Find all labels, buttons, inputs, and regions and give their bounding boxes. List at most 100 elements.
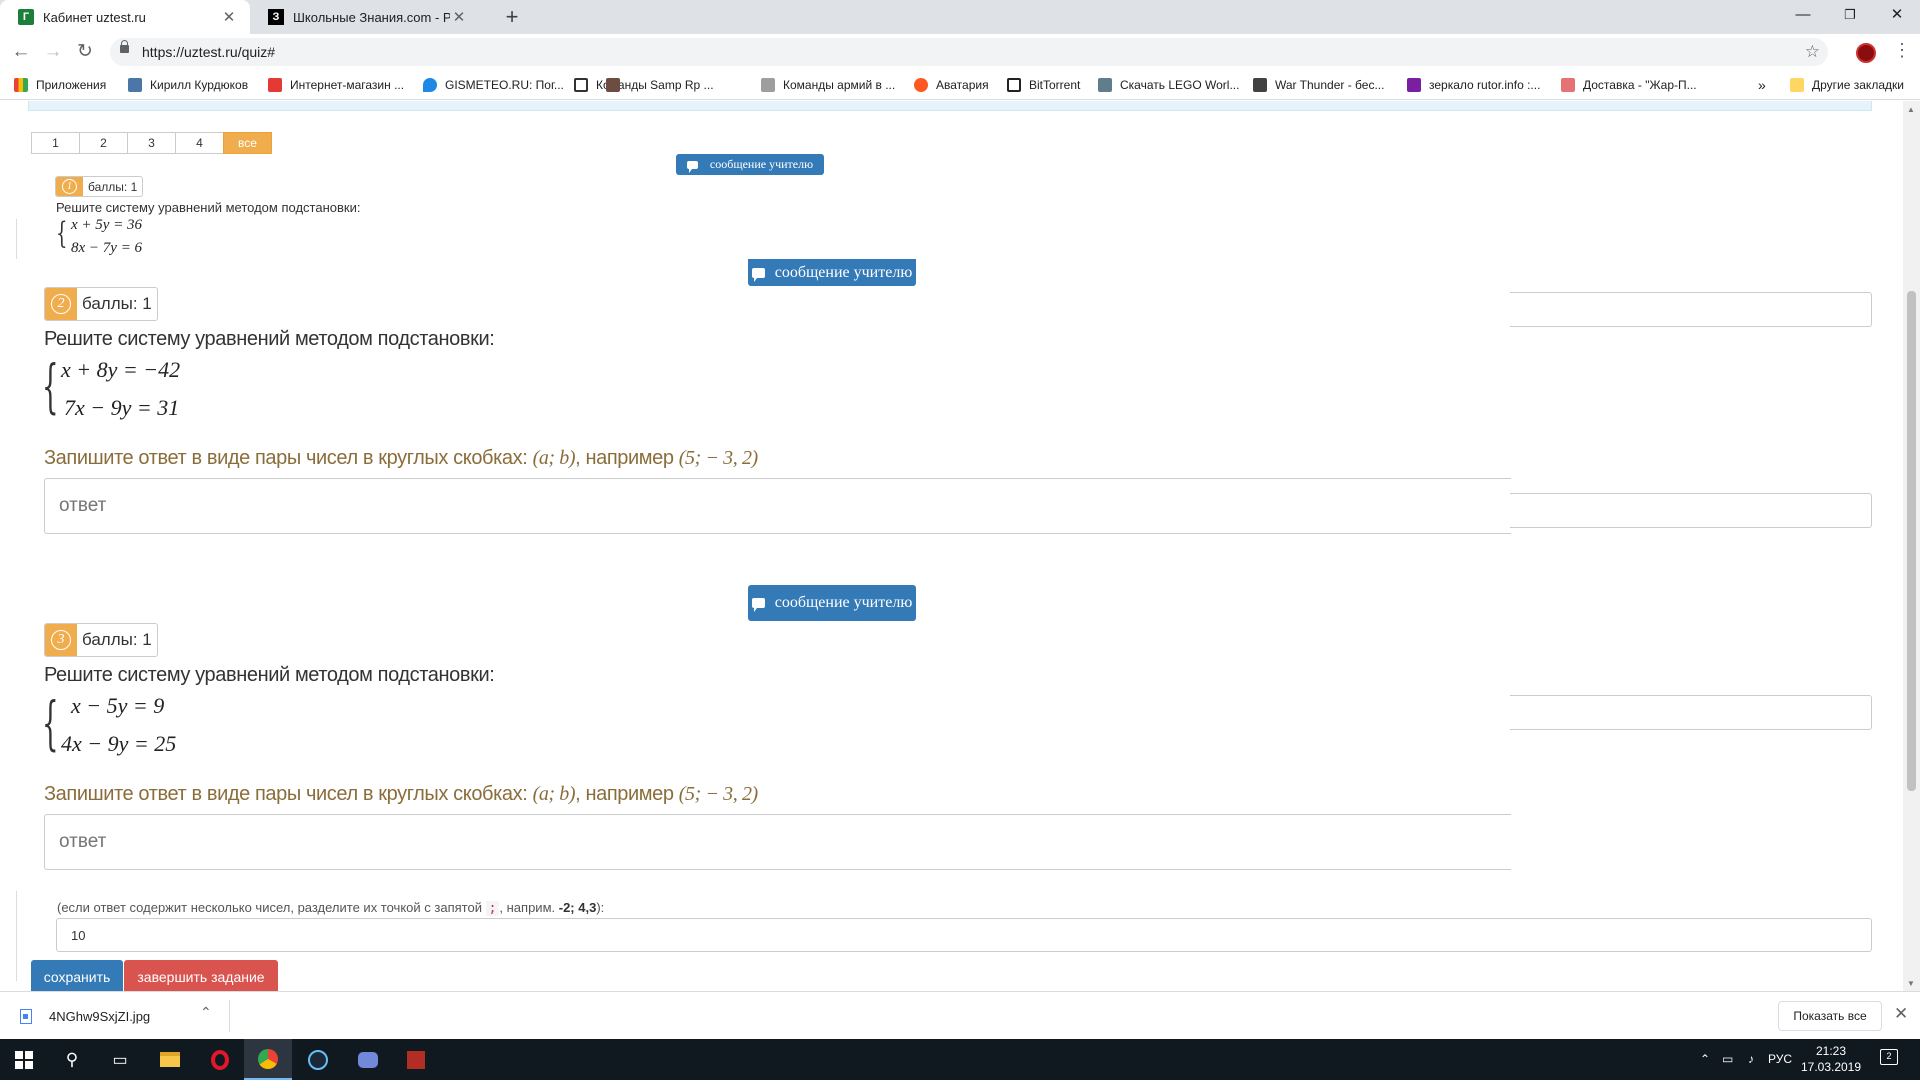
chat-bubble-icon (686, 160, 698, 173)
other-bookmarks[interactable]: Другие закладки (1790, 70, 1904, 100)
tray-chevron-icon[interactable]: ⌃ (1700, 1039, 1710, 1080)
new-tab-button[interactable]: + (498, 4, 526, 30)
answer-input-filled[interactable] (57, 919, 1871, 951)
scroll-thumb[interactable] (1907, 291, 1916, 791)
bookmark-item[interactable]: зеркало rutor.info :... (1407, 70, 1540, 100)
lego-icon (1098, 78, 1112, 92)
question-number: 3 (45, 624, 77, 656)
bookmark-item[interactable]: Интернет-магазин ... (268, 70, 404, 100)
question-instruction: Решите систему уравнений методом подстан… (56, 200, 361, 215)
multi-number-note: (если ответ содержит несколько чисел, ра… (57, 900, 605, 916)
bookmark-item[interactable]: BitTorrent (1007, 70, 1080, 100)
discord-icon[interactable] (344, 1039, 392, 1080)
page-link-3[interactable]: 3 (127, 132, 176, 154)
save-button[interactable]: сохранить (31, 960, 123, 991)
language-indicator[interactable]: РУС (1768, 1039, 1792, 1080)
question-instruction: Решите систему уравнений методом подстан… (44, 664, 495, 686)
finish-task-button[interactable]: завершить задание (124, 960, 278, 991)
answer-input[interactable] (45, 815, 1511, 869)
notifications-icon[interactable]: 2 (1880, 1049, 1898, 1065)
page-content: 1 2 3 4 все сообщение учителю 1 баллы: 1… (0, 101, 1920, 991)
bookmark-star-icon[interactable]: ☆ (1805, 38, 1820, 66)
message-teacher-button[interactable]: сообщение учителю (676, 154, 824, 175)
answer-input-box (44, 814, 1511, 870)
forward-icon[interactable]: → (40, 40, 66, 64)
lock-icon (120, 40, 129, 53)
avataria-icon (914, 78, 928, 92)
bookmark-item[interactable]: Команды Samp Rp ... (574, 70, 714, 100)
answer-field-filled (56, 918, 1872, 952)
bookmark-item[interactable]: Кирилл Курдюков (128, 70, 248, 100)
search-icon[interactable]: ⚲ (48, 1039, 96, 1080)
bookmark-apps[interactable]: Приложения (14, 70, 106, 100)
equation-2: 7x − 9y = 31 (64, 395, 180, 420)
tab-title: Кабинет uztest.ru (43, 9, 146, 25)
bookmark-item[interactable]: Команды армий в ... (761, 70, 895, 100)
browser-toolbar: ← → ↻ https://uztest.ru/quiz# ☆ ⋮ (0, 34, 1920, 70)
dota-icon[interactable] (392, 1039, 440, 1080)
close-download-bar-icon[interactable]: ✕ (1894, 1004, 1908, 1024)
scroll-up-icon[interactable]: ▲ (1907, 105, 1915, 114)
reload-icon[interactable]: ↻ (72, 40, 98, 64)
equation-brace: { (42, 352, 59, 420)
restore-icon[interactable]: ❐ (1827, 0, 1873, 30)
page-link-1[interactable]: 1 (31, 132, 80, 154)
chrome-icon[interactable] (244, 1039, 292, 1080)
chevron-up-icon[interactable]: ⌃ (200, 1004, 212, 1021)
page-link-4[interactable]: 4 (175, 132, 224, 154)
profile-avatar[interactable] (1856, 43, 1876, 63)
samp-rp-icon (606, 78, 620, 92)
bookmark-item[interactable]: Аватария (914, 70, 989, 100)
bittorrent-icon (1007, 78, 1021, 92)
divider (16, 891, 17, 981)
question-number: 1 (56, 177, 83, 196)
answer-input[interactable] (45, 479, 1511, 533)
bookmark-item[interactable]: GISMETEO.RU: Пог... (423, 70, 564, 100)
close-tab-icon[interactable]: ✕ (220, 8, 238, 26)
address-bar[interactable]: https://uztest.ru/quiz# ☆ (110, 38, 1828, 66)
volume-icon[interactable]: ♪ (1748, 1039, 1754, 1080)
windows-taskbar: ⚲ ▭ ⌃ ▭ ♪ РУС 21:23 17.03.2019 2 (0, 1039, 1920, 1080)
message-teacher-button[interactable]: сообщение учителю (748, 259, 916, 286)
task-view-icon[interactable]: ▭ (96, 1039, 144, 1080)
steam-icon[interactable] (294, 1039, 342, 1080)
divider (229, 1000, 230, 1032)
shop-icon (268, 78, 282, 92)
network-icon[interactable]: ▭ (1722, 1039, 1733, 1080)
header-strip (28, 101, 1872, 111)
minimize-icon[interactable]: — (1780, 0, 1826, 30)
page-link-2[interactable]: 2 (79, 132, 128, 154)
menu-kebab-icon[interactable]: ⋮ (1893, 40, 1911, 61)
bookmarks-overflow-icon[interactable]: » (1758, 70, 1766, 100)
tab-uztest[interactable]: Г Кабинет uztest.ru ✕ (0, 0, 250, 34)
rutor-icon (1407, 78, 1421, 92)
page-link-all[interactable]: все (223, 132, 272, 154)
system-clock[interactable]: 21:23 17.03.2019 (1796, 1043, 1866, 1075)
windows-logo-icon (15, 1050, 33, 1069)
tab-znania[interactable]: З Школьные Знания.com - Решае ✕ (250, 0, 480, 34)
equation-brace: { (56, 216, 68, 251)
url-text: https://uztest.ru/quiz# (142, 44, 276, 60)
bookmark-item-icon-only[interactable] (606, 70, 628, 100)
answer-field-edge (1510, 493, 1872, 528)
file-explorer-icon[interactable] (146, 1039, 194, 1080)
show-all-button[interactable]: Показать все (1778, 1001, 1882, 1031)
folder-icon (1790, 78, 1804, 92)
back-icon[interactable]: ← (8, 40, 34, 64)
download-item[interactable]: 4NGhw9SxjZI.jpg (20, 1004, 150, 1028)
bookmark-item[interactable]: War Thunder - бес... (1253, 70, 1384, 100)
bookmark-item[interactable]: Доставка - "Жар-П... (1561, 70, 1697, 100)
opera-icon[interactable] (196, 1039, 244, 1080)
chat-bubble-icon (751, 598, 765, 612)
page-scrollbar[interactable]: ▲ ▼ (1903, 101, 1920, 991)
scroll-down-icon[interactable]: ▼ (1907, 979, 1915, 988)
message-teacher-button[interactable]: сообщение учителю (748, 585, 916, 621)
war-thunder-icon (1253, 78, 1267, 92)
points-badge: 2 баллы: 1 (44, 287, 158, 321)
equation-2: 8x − 7y = 6 (71, 240, 143, 256)
question-pagination: 1 2 3 4 все (31, 132, 272, 154)
bookmark-item[interactable]: Скачать LEGO Worl... (1098, 70, 1239, 100)
close-window-icon[interactable]: ✕ (1874, 0, 1920, 30)
close-tab-icon[interactable]: ✕ (450, 8, 468, 26)
start-button[interactable] (0, 1039, 48, 1080)
